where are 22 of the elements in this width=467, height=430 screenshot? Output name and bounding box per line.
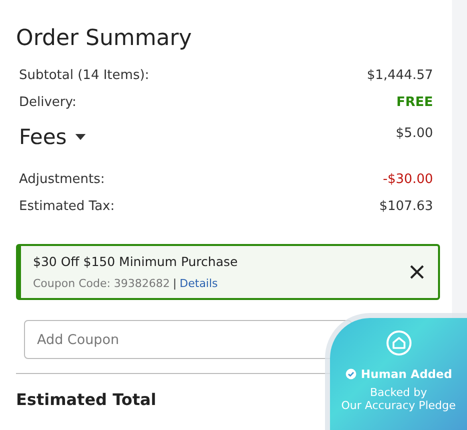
- coupon-code: Coupon Code: 39382682: [33, 277, 170, 290]
- row-label: Estimated Tax:: [19, 198, 115, 216]
- badge-text: Backed by: [370, 386, 428, 399]
- coupon-title: $30 Off $150 Minimum Purchase: [33, 254, 238, 269]
- badge-title: Human Added: [360, 367, 452, 381]
- total-label: Estimated Total: [16, 390, 156, 409]
- details-link[interactable]: Details: [180, 277, 218, 290]
- close-icon[interactable]: [410, 265, 424, 279]
- row-label: Delivery:: [19, 94, 76, 112]
- check-circle-icon: [344, 368, 357, 380]
- row-value: $5.00: [396, 125, 433, 143]
- row-value: $107.63: [379, 198, 433, 216]
- fees-toggle[interactable]: Fees: [19, 120, 86, 154]
- row-label: Subtotal (14 Items):: [19, 67, 150, 85]
- row-value: $1,444.57: [366, 67, 433, 85]
- row-value: FREE: [396, 94, 433, 112]
- summary-title: Order Summary: [16, 25, 193, 53]
- badge-text: Our Accuracy Pledge: [341, 399, 456, 412]
- separator-text: |: [172, 277, 177, 290]
- row-label: Adjustments:: [19, 171, 105, 189]
- row-value: -$30.00: [382, 171, 433, 189]
- house-icon: [386, 330, 412, 356]
